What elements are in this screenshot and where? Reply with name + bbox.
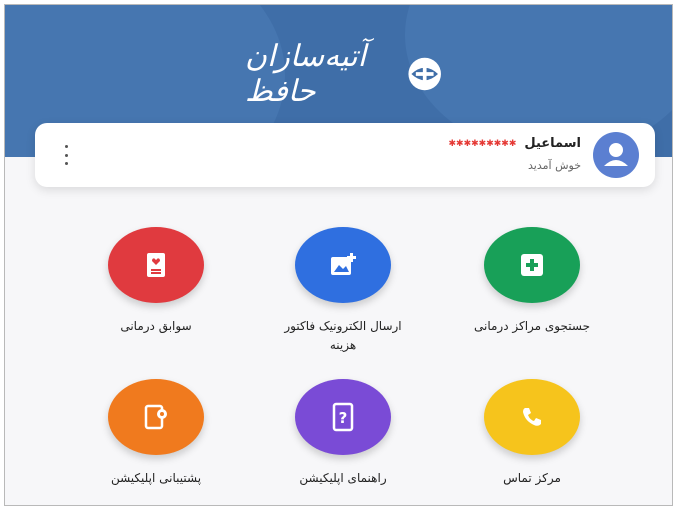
service-label: مرکز تماس	[503, 471, 561, 485]
app-screen: آتیه‌سازان حافظ اسماعیل ✱✱✱✱✱✱✱✱✱ خوش آم…	[4, 4, 673, 506]
more-options-icon[interactable]	[63, 145, 69, 165]
welcome-text: خوش آمدید	[528, 159, 581, 172]
brand-mark-icon	[408, 57, 441, 91]
user-card: اسماعیل ✱✱✱✱✱✱✱✱✱ خوش آمدید	[35, 123, 655, 187]
user-masked-name: ✱✱✱✱✱✱✱✱✱	[448, 138, 517, 149]
help-icon[interactable]: ?	[295, 379, 391, 455]
service-label: ارسال الکترونیک فاکتور هزینه	[284, 319, 402, 352]
user-icon	[604, 143, 628, 166]
user-name: اسماعیل	[524, 136, 581, 151]
service-label: سوابق درمانی	[120, 319, 192, 333]
service-tile-medical-records[interactable]: سوابق درمانی	[86, 227, 226, 336]
service-tile-send-invoice[interactable]: ارسال الکترونیک فاکتور هزینه	[273, 227, 413, 355]
user-name-row: اسماعیل ✱✱✱✱✱✱✱✱✱	[448, 136, 581, 151]
svg-text:?: ?	[339, 409, 348, 427]
settings-tablet-icon[interactable]	[108, 379, 204, 455]
service-tile-contact-center[interactable]: مرکز تماس	[462, 379, 602, 488]
service-label: جستجوی مراکز درمانی	[474, 319, 590, 333]
image-add-icon[interactable]	[295, 227, 391, 303]
brand-logo-text: آتیه‌سازان حافظ	[245, 39, 366, 109]
service-tile-app-support[interactable]: پشتیبانی اپلیکیشن	[86, 379, 226, 488]
service-label: راهنمای اپلیکیشن	[299, 471, 387, 485]
service-tile-app-guide[interactable]: ? راهنمای اپلیکیشن	[273, 379, 413, 488]
plus-icon[interactable]	[484, 227, 580, 303]
phone-icon[interactable]	[484, 379, 580, 455]
avatar[interactable]	[593, 132, 639, 178]
medical-record-icon[interactable]	[108, 227, 204, 303]
brand-logo: آتیه‌سازان حافظ	[245, 39, 445, 109]
service-label: پشتیبانی اپلیکیشن	[110, 471, 202, 485]
service-tile-search-centers[interactable]: جستجوی مراکز درمانی	[462, 227, 602, 336]
